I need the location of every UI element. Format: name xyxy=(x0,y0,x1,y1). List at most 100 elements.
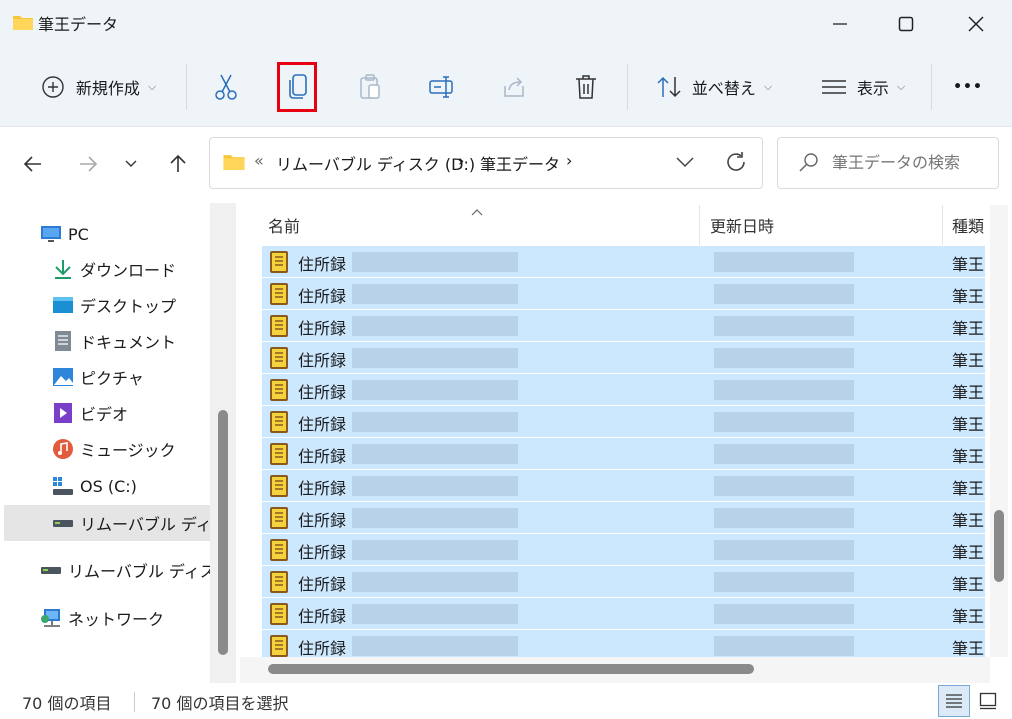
nav-item-removable[interactable]: リムーバブル ディスク xyxy=(0,553,210,587)
address-book-icon xyxy=(268,474,290,502)
windows-drive-icon xyxy=(52,475,74,497)
up-button[interactable] xyxy=(160,144,196,184)
video-icon xyxy=(52,402,74,424)
large-icons-view-button[interactable] xyxy=(972,685,1004,717)
address-history-button[interactable] xyxy=(674,154,696,173)
table-row[interactable]: 住所録 筆王 xyxy=(262,245,985,277)
address-book-icon xyxy=(268,442,290,470)
chevron-down-icon xyxy=(125,160,137,167)
delete-button[interactable] xyxy=(564,60,608,114)
details-view-button[interactable] xyxy=(938,685,970,717)
arrow-right-icon xyxy=(80,156,98,172)
table-row[interactable]: 住所録 筆王 xyxy=(262,309,985,341)
chevron-down-icon: ⌵ xyxy=(147,80,157,93)
nav-item-videos[interactable]: ビデオ xyxy=(0,396,210,430)
file-type: 筆王 xyxy=(952,383,985,402)
breadcrumb-drive[interactable]: リムーバブル ディスク (D:) xyxy=(276,151,475,175)
new-button[interactable]: 新規作成 ⌵ xyxy=(28,60,168,114)
nav-item-downloads[interactable]: ダウンロード xyxy=(0,252,210,286)
close-icon xyxy=(968,16,984,32)
nav-item-network[interactable]: ネットワーク xyxy=(0,601,210,635)
table-row[interactable]: 住所録 筆王 xyxy=(262,373,985,405)
cut-button[interactable] xyxy=(204,60,248,114)
table-row[interactable]: 住所録 筆王 xyxy=(262,405,985,437)
redacted-date xyxy=(714,604,854,624)
table-row[interactable]: 住所録 筆王 xyxy=(262,565,985,597)
address-book-icon xyxy=(268,506,290,534)
back-button[interactable] xyxy=(15,144,51,184)
column-header-name[interactable]: 名前 xyxy=(268,205,698,245)
nav-label: PC xyxy=(68,224,89,244)
nav-item-music[interactable]: ミュージック xyxy=(0,432,210,466)
nav-label: ネットワーク xyxy=(68,610,165,629)
navigation-scrollbar-thumb[interactable] xyxy=(218,410,228,655)
maximize-button[interactable] xyxy=(878,0,934,48)
refresh-button[interactable] xyxy=(724,150,748,178)
sort-button[interactable]: 並べ替え ⌵ xyxy=(644,60,784,114)
chevron-down-icon: ⌵ xyxy=(763,80,773,93)
file-type: 筆王 xyxy=(952,511,985,530)
redacted-date xyxy=(714,380,854,400)
close-button[interactable] xyxy=(948,0,1004,48)
redacted-name xyxy=(352,476,518,496)
share-icon xyxy=(504,77,524,97)
nav-item-pictures[interactable]: ピクチャ xyxy=(0,360,210,394)
arrow-up-icon xyxy=(170,154,186,172)
table-row[interactable]: 住所録 筆王 xyxy=(262,501,985,533)
maximize-icon xyxy=(898,16,914,32)
nav-label: ドキュメント xyxy=(80,333,177,352)
file-type: 筆王 xyxy=(952,479,985,498)
paste-button[interactable] xyxy=(348,60,392,114)
nav-item-os-drive[interactable]: OS (C:) xyxy=(0,469,210,503)
redacted-name xyxy=(352,380,518,400)
minimize-button[interactable] xyxy=(812,0,868,48)
network-icon xyxy=(40,607,62,629)
folder-icon xyxy=(222,152,246,175)
address-book-icon xyxy=(268,602,290,630)
redacted-date xyxy=(714,508,854,528)
breadcrumb-folder[interactable]: 筆王データ xyxy=(480,151,560,175)
removable-drive-icon xyxy=(52,512,74,534)
nav-item-desktop[interactable]: デスクトップ xyxy=(0,288,210,322)
removable-drive-icon xyxy=(40,559,62,581)
address-book-icon xyxy=(268,378,290,406)
nav-item-removable-selected[interactable]: リムーバブル ディスク xyxy=(4,505,210,541)
table-row[interactable]: 住所録 筆王 xyxy=(262,597,985,629)
clipboard-icon xyxy=(360,74,380,99)
search-box[interactable] xyxy=(777,137,999,189)
share-button[interactable] xyxy=(492,60,536,114)
table-row[interactable]: 住所録 筆王 xyxy=(262,341,985,373)
view-button[interactable]: 表示 ⌵ xyxy=(808,60,918,114)
music-icon xyxy=(52,438,74,460)
column-header-type[interactable]: 種類 xyxy=(952,205,988,245)
toolbar-divider xyxy=(186,64,187,110)
table-row[interactable]: 住所録 筆王 xyxy=(262,437,985,469)
nav-item-pc[interactable]: PC xyxy=(0,217,210,251)
breadcrumb-separator[interactable]: › xyxy=(566,151,572,170)
table-row[interactable]: 住所録 筆王 xyxy=(262,469,985,501)
search-input[interactable] xyxy=(830,152,994,173)
column-divider[interactable] xyxy=(699,205,700,245)
redacted-date xyxy=(714,284,854,304)
recent-locations-button[interactable] xyxy=(114,144,148,184)
file-list-scrollbar-thumb[interactable] xyxy=(994,510,1004,582)
copy-highlight-box xyxy=(277,62,317,112)
nav-item-documents[interactable]: ドキュメント xyxy=(0,324,210,358)
more-options-button[interactable]: ••• xyxy=(946,60,990,114)
column-divider[interactable] xyxy=(942,205,943,245)
file-type: 筆王 xyxy=(952,607,985,626)
table-row[interactable]: 住所録 筆王 xyxy=(262,533,985,565)
nav-label: リムーバブル ディスク xyxy=(80,515,210,534)
details-view-icon xyxy=(946,694,962,708)
forward-button[interactable] xyxy=(70,144,106,184)
toolbar-divider xyxy=(931,64,932,110)
rename-button[interactable] xyxy=(420,60,464,114)
redacted-date xyxy=(714,636,854,656)
breadcrumb-separator[interactable]: › xyxy=(458,151,464,170)
file-list-scrollbar[interactable] xyxy=(990,205,1008,657)
breadcrumb-overflow[interactable]: « xyxy=(254,151,264,170)
column-header-modified[interactable]: 更新日時 xyxy=(710,205,940,245)
refresh-icon xyxy=(727,152,745,171)
table-row[interactable]: 住所録 筆王 xyxy=(262,277,985,309)
horizontal-scrollbar-thumb[interactable] xyxy=(268,664,754,674)
